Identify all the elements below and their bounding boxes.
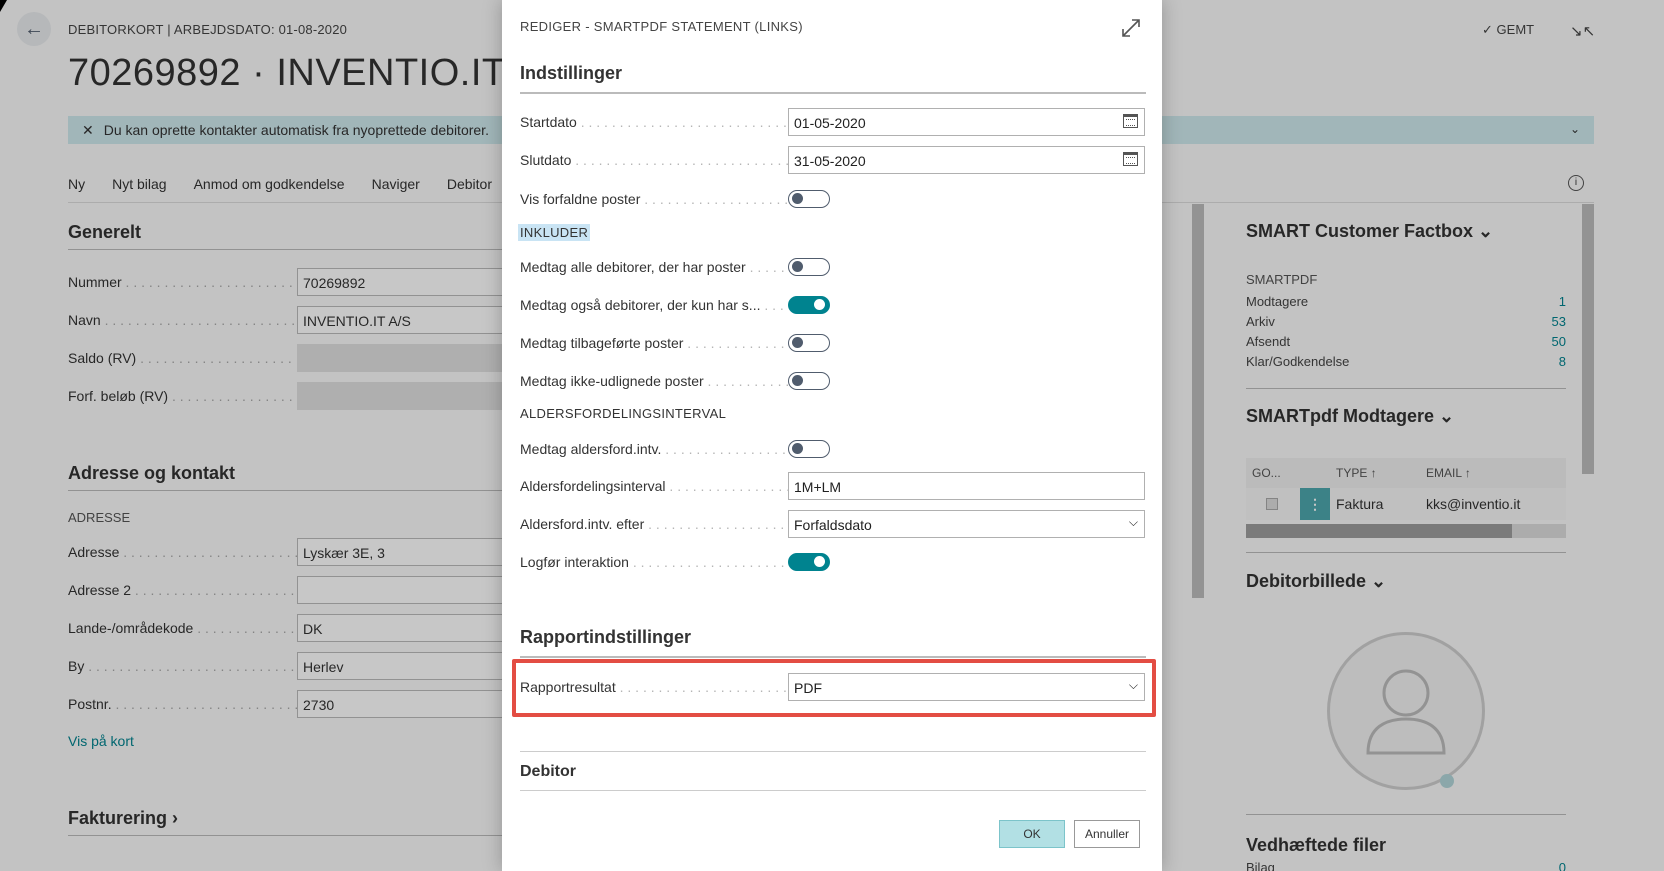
include-all-label: Medtag alle debitorer, der har poster bbox=[520, 259, 788, 275]
show-overdue-row: Vis forfaldne poster bbox=[520, 185, 1146, 213]
end-date-input[interactable]: 31-05-2020 bbox=[788, 146, 1145, 174]
aging-interval-label: Aldersfordelingsinterval bbox=[520, 478, 788, 494]
start-date-row: Startdato 01-05-2020 bbox=[520, 108, 1146, 136]
end-date-label: Slutdato bbox=[520, 152, 788, 168]
settings-heading: Indstillinger bbox=[520, 63, 1146, 94]
end-date-row: Slutdato 31-05-2020 bbox=[520, 146, 1146, 174]
show-overdue-label: Vis forfaldne poster bbox=[520, 191, 788, 207]
dialog-title: REDIGER - SMARTPDF STATEMENT (LINKS) bbox=[520, 19, 803, 34]
divider bbox=[520, 751, 1146, 752]
include-aging-row: Medtag aldersford.intv. bbox=[520, 435, 1146, 463]
aging-interval-row: Aldersfordelingsinterval 1M+LM bbox=[520, 472, 1146, 500]
ok-button[interactable]: OK bbox=[999, 820, 1065, 848]
chevron-down-icon[interactable]: ⌵ bbox=[1129, 515, 1138, 530]
report-result-row: Rapportresultat PDF ⌵ bbox=[520, 673, 1146, 701]
mouse-cursor-icon bbox=[0, 0, 7, 12]
aging-interval-input[interactable]: 1M+LM bbox=[788, 472, 1145, 500]
aging-heading: ALDERSFORDELINGSINTERVAL bbox=[520, 406, 727, 421]
cancel-button[interactable]: Annuller bbox=[1074, 820, 1140, 848]
include-also-toggle[interactable] bbox=[788, 296, 830, 314]
start-date-label: Startdato bbox=[520, 114, 788, 130]
include-also-label: Medtag også debitorer, der kun har s... bbox=[520, 297, 788, 313]
start-date-input[interactable]: 01-05-2020 bbox=[788, 108, 1145, 136]
report-settings-heading: Rapportindstillinger bbox=[520, 627, 1146, 658]
calendar-icon[interactable] bbox=[1123, 152, 1138, 166]
report-result-select[interactable]: PDF bbox=[788, 673, 1145, 701]
log-interaction-row: Logfør interaktion bbox=[520, 548, 1146, 576]
aging-by-select[interactable]: Forfaldsdato bbox=[788, 510, 1145, 538]
log-interaction-toggle[interactable] bbox=[788, 553, 830, 571]
include-aging-toggle[interactable] bbox=[788, 440, 830, 458]
include-heading: INKLUDER bbox=[518, 224, 591, 241]
expand-icon[interactable] bbox=[1120, 17, 1142, 39]
report-result-label: Rapportresultat bbox=[520, 679, 788, 695]
calendar-icon[interactable] bbox=[1123, 114, 1138, 128]
chevron-down-icon[interactable]: ⌵ bbox=[1129, 678, 1138, 693]
include-reversed-row: Medtag tilbageførte poster bbox=[520, 329, 1146, 357]
include-also-row: Medtag også debitorer, der kun har s... bbox=[520, 291, 1146, 319]
include-reversed-label: Medtag tilbageførte poster bbox=[520, 335, 788, 351]
include-reversed-toggle[interactable] bbox=[788, 334, 830, 352]
aging-by-label: Aldersford.intv. efter bbox=[520, 516, 788, 532]
debitor-heading[interactable]: Debitor bbox=[520, 763, 576, 781]
include-unapplied-label: Medtag ikke-udlignede poster bbox=[520, 373, 788, 389]
edit-statement-dialog: REDIGER - SMARTPDF STATEMENT (LINKS) Ind… bbox=[502, 0, 1162, 871]
include-unapplied-row: Medtag ikke-udlignede poster bbox=[520, 367, 1146, 395]
include-all-toggle[interactable] bbox=[788, 258, 830, 276]
include-all-row: Medtag alle debitorer, der har poster bbox=[520, 253, 1146, 281]
divider bbox=[520, 790, 1146, 791]
include-aging-label: Medtag aldersford.intv. bbox=[520, 441, 788, 457]
include-unapplied-toggle[interactable] bbox=[788, 372, 830, 390]
log-interaction-label: Logfør interaktion bbox=[520, 554, 788, 570]
aging-by-row: Aldersford.intv. efter Forfaldsdato ⌵ bbox=[520, 510, 1146, 538]
show-overdue-toggle[interactable] bbox=[788, 190, 830, 208]
